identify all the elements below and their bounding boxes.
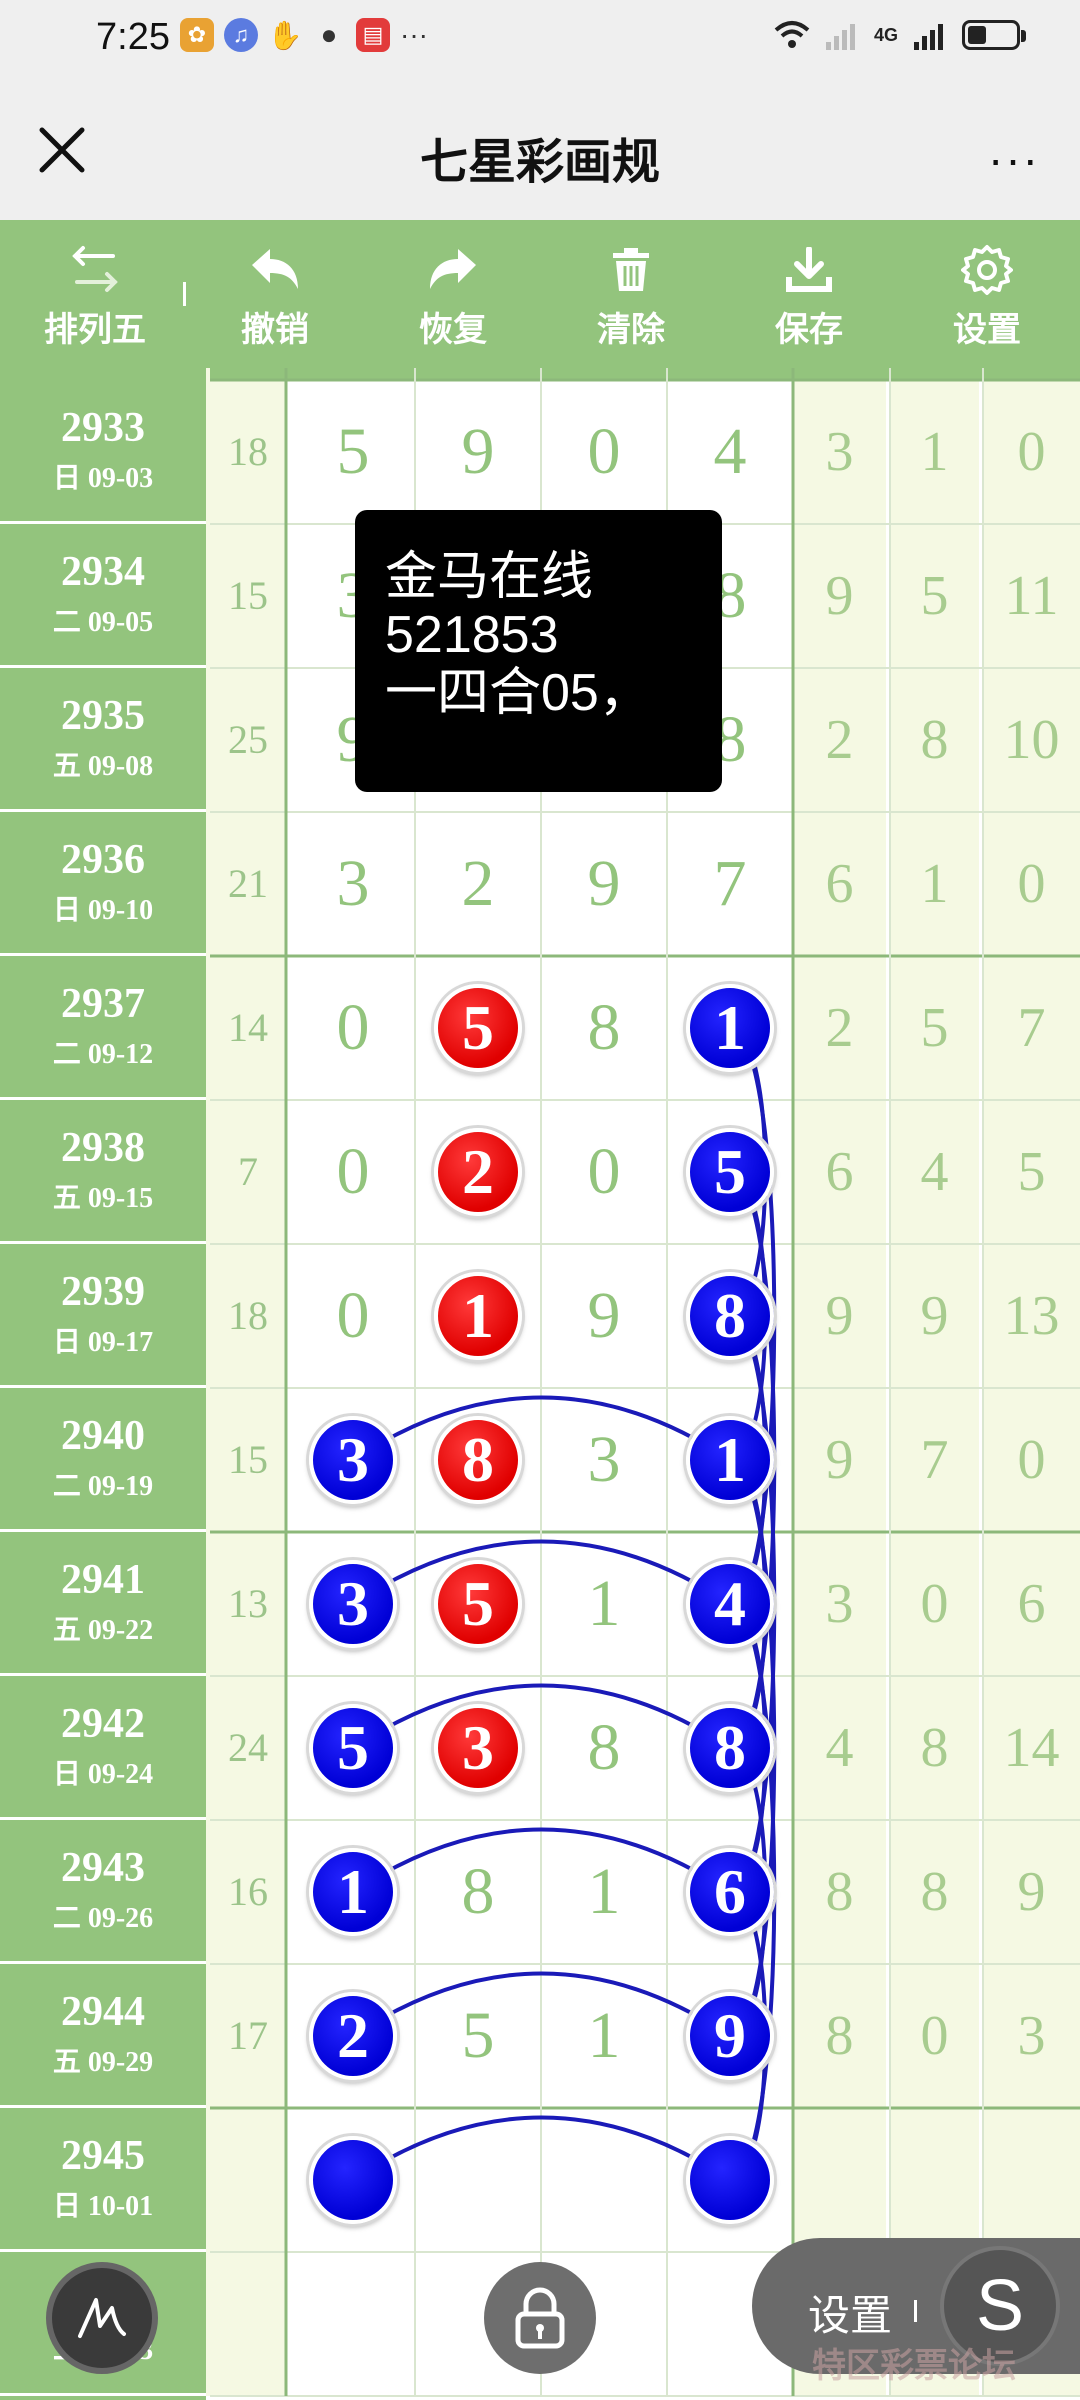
red-ball[interactable]: 1 — [434, 1272, 522, 1360]
switch-game-label: 排列五 — [44, 311, 146, 349]
trash-icon — [613, 248, 649, 291]
blue-ball[interactable]: 3 — [309, 1416, 397, 1504]
clear-label: 清除 — [597, 311, 665, 349]
wifi-icon — [774, 21, 810, 48]
status-time: 7:25 — [96, 16, 170, 58]
watermark-logo: 特区彩票论坛 — [812, 2347, 1016, 2385]
red-ball[interactable]: 2 — [434, 1128, 522, 1216]
undo-button[interactable]: 撤销 — [200, 220, 350, 368]
system-icons: 4G — [774, 20, 1026, 50]
settings-button[interactable]: 设置 — [912, 220, 1062, 368]
status-bar: 7:25 ✿ ♫ ✋ ● ▤ ··· 4G — [0, 0, 1080, 78]
settings-label: 设置 — [953, 311, 1021, 349]
redo-button[interactable]: 恢复 — [378, 220, 528, 368]
more-notifications: ··· — [400, 19, 428, 50]
news-notification-icon: ▤ — [356, 18, 390, 52]
blue-ball[interactable]: 3 — [309, 1560, 397, 1648]
red-ball[interactable]: 5 — [434, 1560, 522, 1648]
redo-icon — [430, 249, 476, 289]
blue-ball[interactable]: 1 — [309, 1848, 397, 1936]
blue-ball[interactable]: 6 — [686, 1848, 774, 1936]
red-ball[interactable]: 8 — [434, 1416, 522, 1504]
lock-icon — [515, 2287, 565, 2349]
red-ball[interactable]: 5 — [434, 984, 522, 1072]
download-icon — [786, 247, 832, 292]
chat-notification-icon: ● — [320, 19, 338, 50]
music-notification-icon: ♫ — [224, 18, 258, 52]
network-type-label: 4G — [873, 24, 898, 45]
more-menu-button[interactable]: ··· — [988, 132, 1040, 186]
toolbar: 排列五 撤销 恢复 清除 保存 设置 — [0, 220, 1080, 368]
switch-game-button[interactable]: 排列五 — [20, 220, 170, 368]
floating-divider — [914, 2300, 917, 2322]
save-label: 保存 — [775, 311, 843, 349]
clear-button[interactable]: 清除 — [556, 220, 706, 368]
signal-weak-icon — [825, 24, 855, 50]
lock-button[interactable] — [484, 2262, 596, 2374]
redo-label: 恢复 — [419, 311, 487, 349]
blue-ball[interactable]: 2 — [309, 1992, 397, 2080]
blue-ball[interactable]: 8 — [686, 1704, 774, 1792]
pen-scribble-icon — [78, 2298, 126, 2338]
app-notification-icon: ✿ — [180, 18, 214, 52]
blue-ball[interactable]: 5 — [686, 1128, 774, 1216]
blue-ball[interactable]: 8 — [686, 1272, 774, 1360]
s-toggle-label: S — [975, 2266, 1025, 2346]
save-button[interactable]: 保存 — [734, 220, 884, 368]
tooltip-line-3: 一四合05， — [385, 664, 651, 722]
notification-icons: ✿ ♫ ✋ ● ▤ ··· — [180, 18, 428, 52]
blue-ball[interactable]: 1 — [686, 984, 774, 1072]
floating-settings-label[interactable]: 设置 — [808, 2282, 892, 2343]
title-bar: 七星彩画规 ··· — [0, 78, 1080, 220]
draw-pen-button[interactable] — [46, 2262, 158, 2374]
toolbar-divider — [183, 282, 186, 306]
tooltip-line-2: 521853 — [385, 606, 559, 664]
blue-ball[interactable]: 9 — [686, 1992, 774, 2080]
blue-ball[interactable]: 4 — [686, 1560, 774, 1648]
blue-ball[interactable]: 5 — [309, 1704, 397, 1792]
red-ball[interactable]: 3 — [434, 1704, 522, 1792]
blue-ball[interactable] — [309, 2136, 397, 2224]
blue-ball[interactable] — [686, 2136, 774, 2224]
swap-arrows-icon — [72, 246, 118, 292]
battery-icon — [962, 20, 1026, 50]
info-tooltip: 金马在线 521853 一四合05， — [355, 510, 722, 792]
signal-strong-icon — [914, 24, 943, 50]
undo-icon — [252, 249, 298, 289]
page-title: 七星彩画规 — [419, 136, 660, 189]
hand-notification-icon: ✋ — [267, 19, 303, 51]
undo-label: 撤销 — [241, 311, 309, 349]
blue-ball[interactable]: 1 — [686, 1416, 774, 1504]
gear-icon — [961, 245, 1013, 295]
tooltip-line-1: 金马在线 — [385, 548, 594, 606]
